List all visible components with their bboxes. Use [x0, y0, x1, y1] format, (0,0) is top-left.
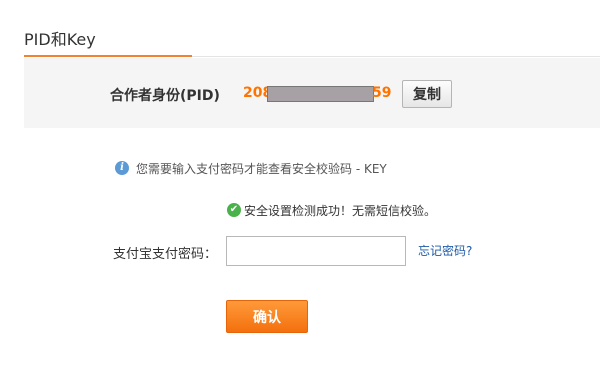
- copy-button[interactable]: 复制: [402, 80, 452, 108]
- active-tab-indicator: [24, 55, 192, 57]
- confirm-button[interactable]: 确认: [226, 300, 308, 333]
- pid-value-suffix: 59: [372, 85, 392, 101]
- forgot-password-link[interactable]: 忘记密码?: [418, 242, 472, 259]
- info-icon: i: [115, 161, 129, 175]
- tab-divider: [192, 56, 600, 57]
- pid-redaction-mask: [267, 86, 374, 102]
- check-icon: ✔: [227, 203, 241, 217]
- password-label: 支付宝支付密码：: [113, 247, 218, 262]
- payment-password-input[interactable]: [226, 236, 406, 266]
- pid-label: 合作者身份(PID): [110, 88, 220, 104]
- tab-pid-key[interactable]: PID和Key: [24, 26, 96, 50]
- notice-text: 您需要输入支付密码才能查看安全校验码 - KEY: [136, 162, 387, 176]
- success-text: 安全设置检测成功！无需短信校验。: [244, 204, 437, 218]
- tab-bar: PID和Key: [0, 0, 600, 58]
- pid-panel: 合作者身份(PID) 208 59 复制: [24, 58, 600, 128]
